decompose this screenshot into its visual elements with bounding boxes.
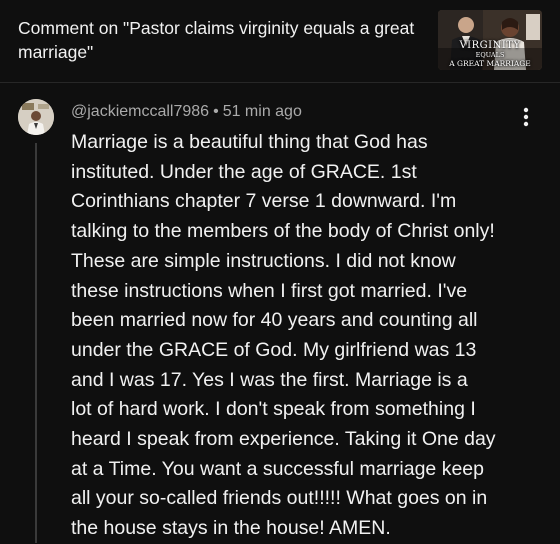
comment-meta: @jackiemccall7986 • 51 min ago (71, 102, 302, 122)
meta-separator: • (213, 103, 219, 120)
comment-author[interactable]: @jackiemccall7986 (71, 103, 209, 120)
comment-item: @jackiemccall7986 • 51 min ago Marriage is… (0, 83, 560, 543)
comment-body-line: lot of hard work. I don't speak from som… (71, 398, 476, 421)
comment-body-line: the house stays in the house! AMEN. (71, 517, 391, 540)
comment-body-line: These are simple instructions. I did not… (71, 249, 456, 272)
comment-header: Comment on "Pastor claims virginity equa… (0, 0, 560, 82)
more-options-button[interactable] (514, 105, 538, 129)
thread-line (35, 143, 37, 543)
thumbnail-caption: VIRGINITY EQUALS A GREAT MARRIAGE (438, 40, 542, 68)
comment-body-line: at a Time. You want a successful marriag… (71, 457, 484, 480)
comment-body-line: Marriage is a beautiful thing that God h… (71, 131, 428, 153)
comment-body-line: these instructions when I first got marr… (71, 279, 468, 302)
comment-body-line: under the GRACE of God. My girlfriend wa… (71, 338, 477, 361)
comment-body-line: Corinthians chapter 7 verse 1 downward. … (71, 190, 457, 213)
comment-timestamp: 51 min ago (222, 103, 302, 120)
header-title: Comment on "Pastor claims virginity equa… (18, 18, 415, 62)
avatar[interactable] (18, 99, 54, 135)
comment-body-line: been married now for 40 years and counti… (71, 309, 478, 332)
more-vert-icon (523, 107, 529, 127)
comment-body-line: instituted. Under the age of GRACE. 1st (71, 160, 417, 183)
video-thumbnail[interactable]: VIRGINITY EQUALS A GREAT MARRIAGE (438, 10, 542, 70)
comment-body-line: all your so-called friends out!!!!! What… (71, 487, 488, 510)
thumbnail-caption-line2: EQUALS (475, 51, 505, 59)
comment-body-line: heard I speak from experience. Taking it… (71, 428, 496, 451)
comment-body-line: and I was 17. Yes I was the first. Marri… (71, 368, 468, 391)
thumbnail-caption-line1: VIRGINITY (459, 40, 521, 51)
comment-body: Marriage is a beautiful thing that God h… (71, 128, 549, 544)
avatar-image (18, 99, 54, 135)
comment-body-line: talking to the members of the body of Ch… (71, 220, 495, 243)
thumbnail-caption-line3: A GREAT MARRIAGE (449, 59, 531, 68)
